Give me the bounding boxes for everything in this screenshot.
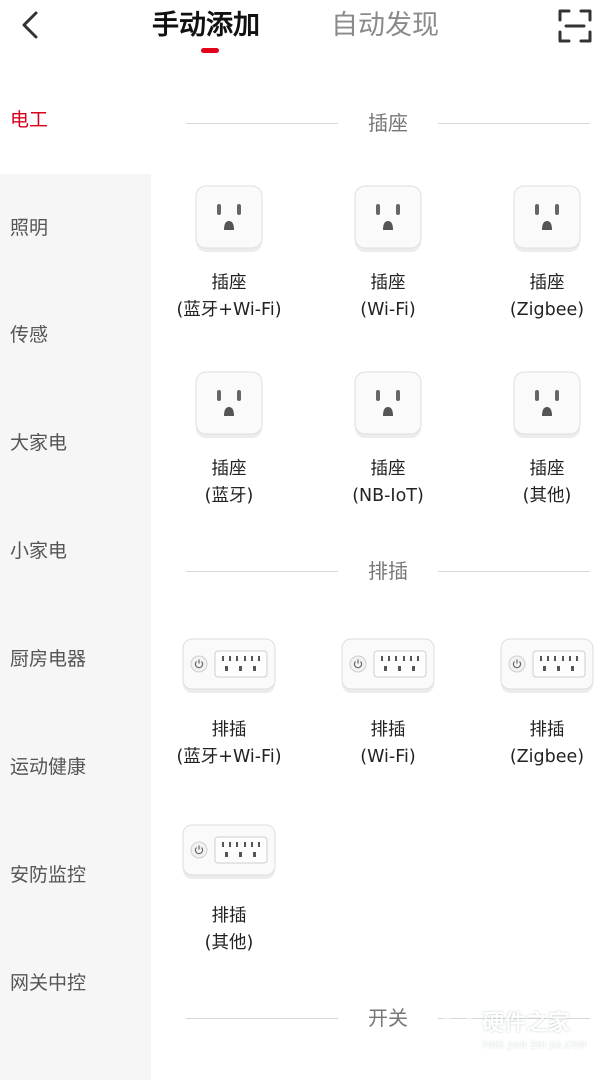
divider-line — [186, 1018, 338, 1019]
device-card[interactable]: 插座 (Zigbee) — [477, 184, 607, 334]
device-variant: (Zigbee) — [509, 747, 585, 767]
category-sidebar: 电工 照明 传感 大家电 小家电 厨房电器 运动健康 安防监控 网关中控 — [0, 66, 151, 1080]
device-card[interactable]: 插座 (蓝牙) — [159, 370, 299, 520]
power-strip-icon — [341, 638, 435, 693]
sidebar-item-lighting[interactable]: 照明 — [0, 174, 151, 282]
socket-icon — [195, 371, 263, 438]
socket-icon — [354, 371, 422, 438]
device-card[interactable]: 插座 (其他) — [477, 370, 607, 520]
device-variant: (NB-IoT) — [352, 486, 424, 506]
section-header-power-strip: 排插 — [186, 556, 590, 586]
device-name: 插座 — [211, 273, 247, 293]
device-card[interactable]: 插座 (蓝牙+Wi-Fi) — [159, 184, 299, 334]
divider-line — [438, 123, 590, 124]
watermark-subtext: YING JIAN ZHI JIA.COM — [482, 1041, 587, 1051]
device-name: 插座 — [529, 273, 565, 293]
tab-manual-add[interactable]: 手动添加 — [152, 8, 260, 44]
divider-line — [186, 571, 338, 572]
section-title: 排插 — [368, 559, 408, 583]
sidebar-item-security[interactable]: 安防监控 — [0, 821, 151, 929]
active-tab-indicator — [201, 48, 219, 53]
sidebar-item-sports-health[interactable]: 运动健康 — [0, 713, 151, 821]
device-name: 插座 — [211, 459, 247, 479]
device-name: 排插 — [529, 720, 565, 740]
device-name: 插座 — [370, 273, 406, 293]
device-name: 插座 — [529, 459, 565, 479]
socket-icon — [513, 371, 581, 438]
device-variant: (蓝牙+Wi-Fi) — [176, 300, 282, 320]
device-name: 排插 — [211, 720, 247, 740]
device-variant: (其他) — [522, 486, 572, 506]
power-strip-icon — [500, 638, 594, 693]
device-card[interactable]: 排插 (蓝牙+Wi-Fi) — [159, 638, 299, 788]
sidebar-item-large-appliances[interactable]: 大家电 — [0, 389, 151, 497]
device-list: 插座 插座 (蓝牙+Wi-Fi) 插座 (Wi-Fi) 插座 (Zigbee) … — [151, 66, 607, 1080]
divider-line — [186, 123, 338, 124]
section-title: 开关 — [368, 1006, 408, 1030]
sidebar-item-small-appliances[interactable]: 小家电 — [0, 497, 151, 605]
device-name: 排插 — [211, 906, 247, 926]
watermark-text: 硬件之家 — [482, 1011, 571, 1036]
device-card[interactable]: 排插 (Zigbee) — [477, 638, 607, 788]
device-variant: (其他) — [204, 933, 254, 953]
device-card[interactable]: 排插 (Wi-Fi) — [318, 638, 458, 788]
tab-auto-discover[interactable]: 自动发现 — [331, 8, 439, 44]
device-variant: (Wi-Fi) — [360, 300, 416, 320]
divider-line — [438, 571, 590, 572]
power-strip-icon — [182, 638, 276, 693]
scan-icon[interactable] — [557, 8, 593, 44]
watermark-logo-icon — [439, 1010, 477, 1054]
device-card[interactable]: 插座 (Wi-Fi) — [318, 184, 458, 334]
device-card[interactable]: 排插 (其他) — [159, 824, 299, 974]
device-name: 排插 — [370, 720, 406, 740]
sidebar-item-kitchen-appliances[interactable]: 厨房电器 — [0, 605, 151, 713]
sidebar-item-gateway-hub[interactable]: 网关中控 — [0, 929, 151, 1037]
sidebar-item-sensors[interactable]: 传感 — [0, 281, 151, 389]
chevron-left-icon[interactable] — [14, 8, 48, 42]
socket-icon — [354, 185, 422, 252]
socket-icon — [513, 185, 581, 252]
device-variant: (蓝牙+Wi-Fi) — [176, 747, 282, 767]
sidebar-item-electrician[interactable]: 电工 — [0, 66, 151, 174]
device-card[interactable]: 插座 (NB-IoT) — [318, 370, 458, 520]
device-variant: (蓝牙) — [204, 486, 254, 506]
watermark: 硬件之家 YING JIAN ZHI JIA.COM — [436, 1008, 596, 1058]
section-title: 插座 — [368, 111, 408, 135]
device-variant: (Wi-Fi) — [360, 747, 416, 767]
device-name: 插座 — [370, 459, 406, 479]
device-variant: (Zigbee) — [509, 300, 585, 320]
power-strip-icon — [182, 824, 276, 879]
section-header-socket: 插座 — [186, 108, 590, 138]
socket-icon — [195, 185, 263, 252]
top-bar: 手动添加 自动发现 — [0, 0, 607, 62]
